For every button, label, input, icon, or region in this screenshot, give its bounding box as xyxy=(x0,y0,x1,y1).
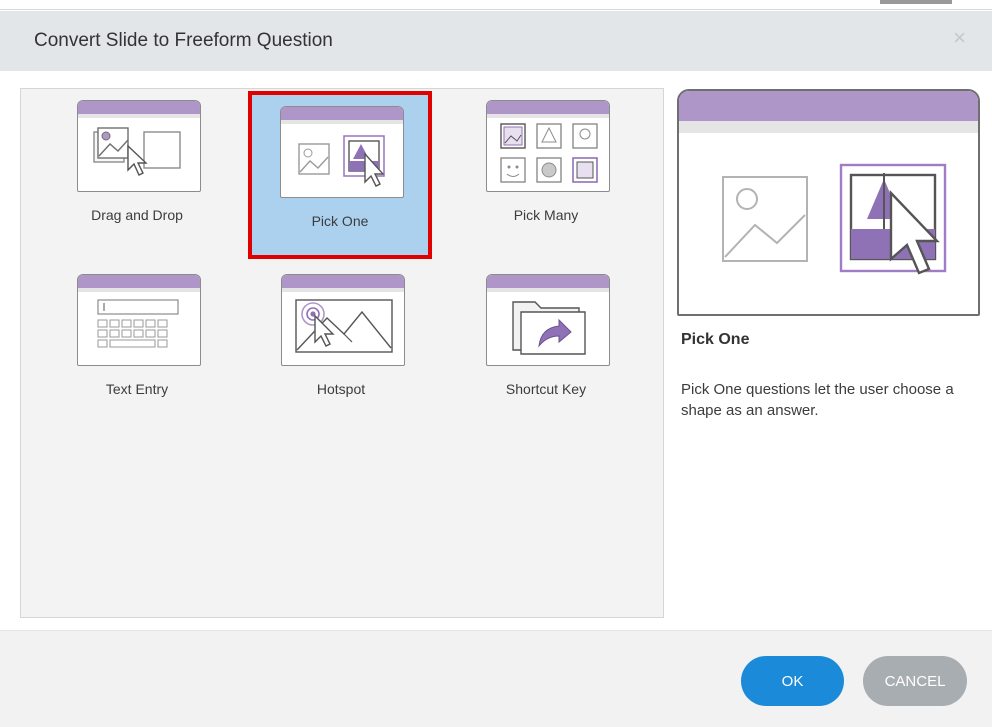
preview-image xyxy=(677,89,980,316)
close-icon[interactable]: × xyxy=(953,27,966,49)
pick-one-icon xyxy=(280,106,404,198)
drag-and-drop-icon xyxy=(77,100,201,192)
tile-label: Shortcut Key xyxy=(505,381,587,397)
hotspot-icon xyxy=(281,274,405,366)
tile-pick-many[interactable]: Pick Many xyxy=(458,89,634,249)
details-title: Pick One xyxy=(681,331,750,348)
tile-drag-and-drop[interactable]: Drag and Drop xyxy=(49,89,225,249)
question-type-grid: Drag and Drop Pick One Pick Many Text En… xyxy=(20,88,664,618)
dialog-title: Convert Slide to Freeform Question xyxy=(34,30,333,51)
tile-label: Pick Many xyxy=(513,207,579,223)
details-description: Pick One questions let the user choose a… xyxy=(681,381,954,419)
dialog-header: Convert Slide to Freeform Question × xyxy=(0,11,992,71)
tile-label: Drag and Drop xyxy=(91,207,183,223)
top-strip-mark xyxy=(880,0,952,4)
tile-label: Pick One xyxy=(311,213,369,229)
tile-pick-one[interactable]: Pick One xyxy=(248,91,432,259)
ok-button[interactable]: OK xyxy=(741,656,844,706)
cancel-button[interactable]: CANCEL xyxy=(863,656,967,706)
tile-shortcut-key[interactable]: Shortcut Key xyxy=(458,263,634,423)
tile-hotspot[interactable]: Hotspot xyxy=(253,263,429,423)
shortcut-key-icon xyxy=(486,274,610,366)
text-entry-icon xyxy=(77,274,201,366)
pick-many-icon xyxy=(486,100,610,192)
tile-label: Text Entry xyxy=(105,381,169,397)
top-strip xyxy=(0,0,992,10)
tile-label: Hotspot xyxy=(316,381,366,397)
tile-text-entry[interactable]: Text Entry xyxy=(49,263,225,423)
